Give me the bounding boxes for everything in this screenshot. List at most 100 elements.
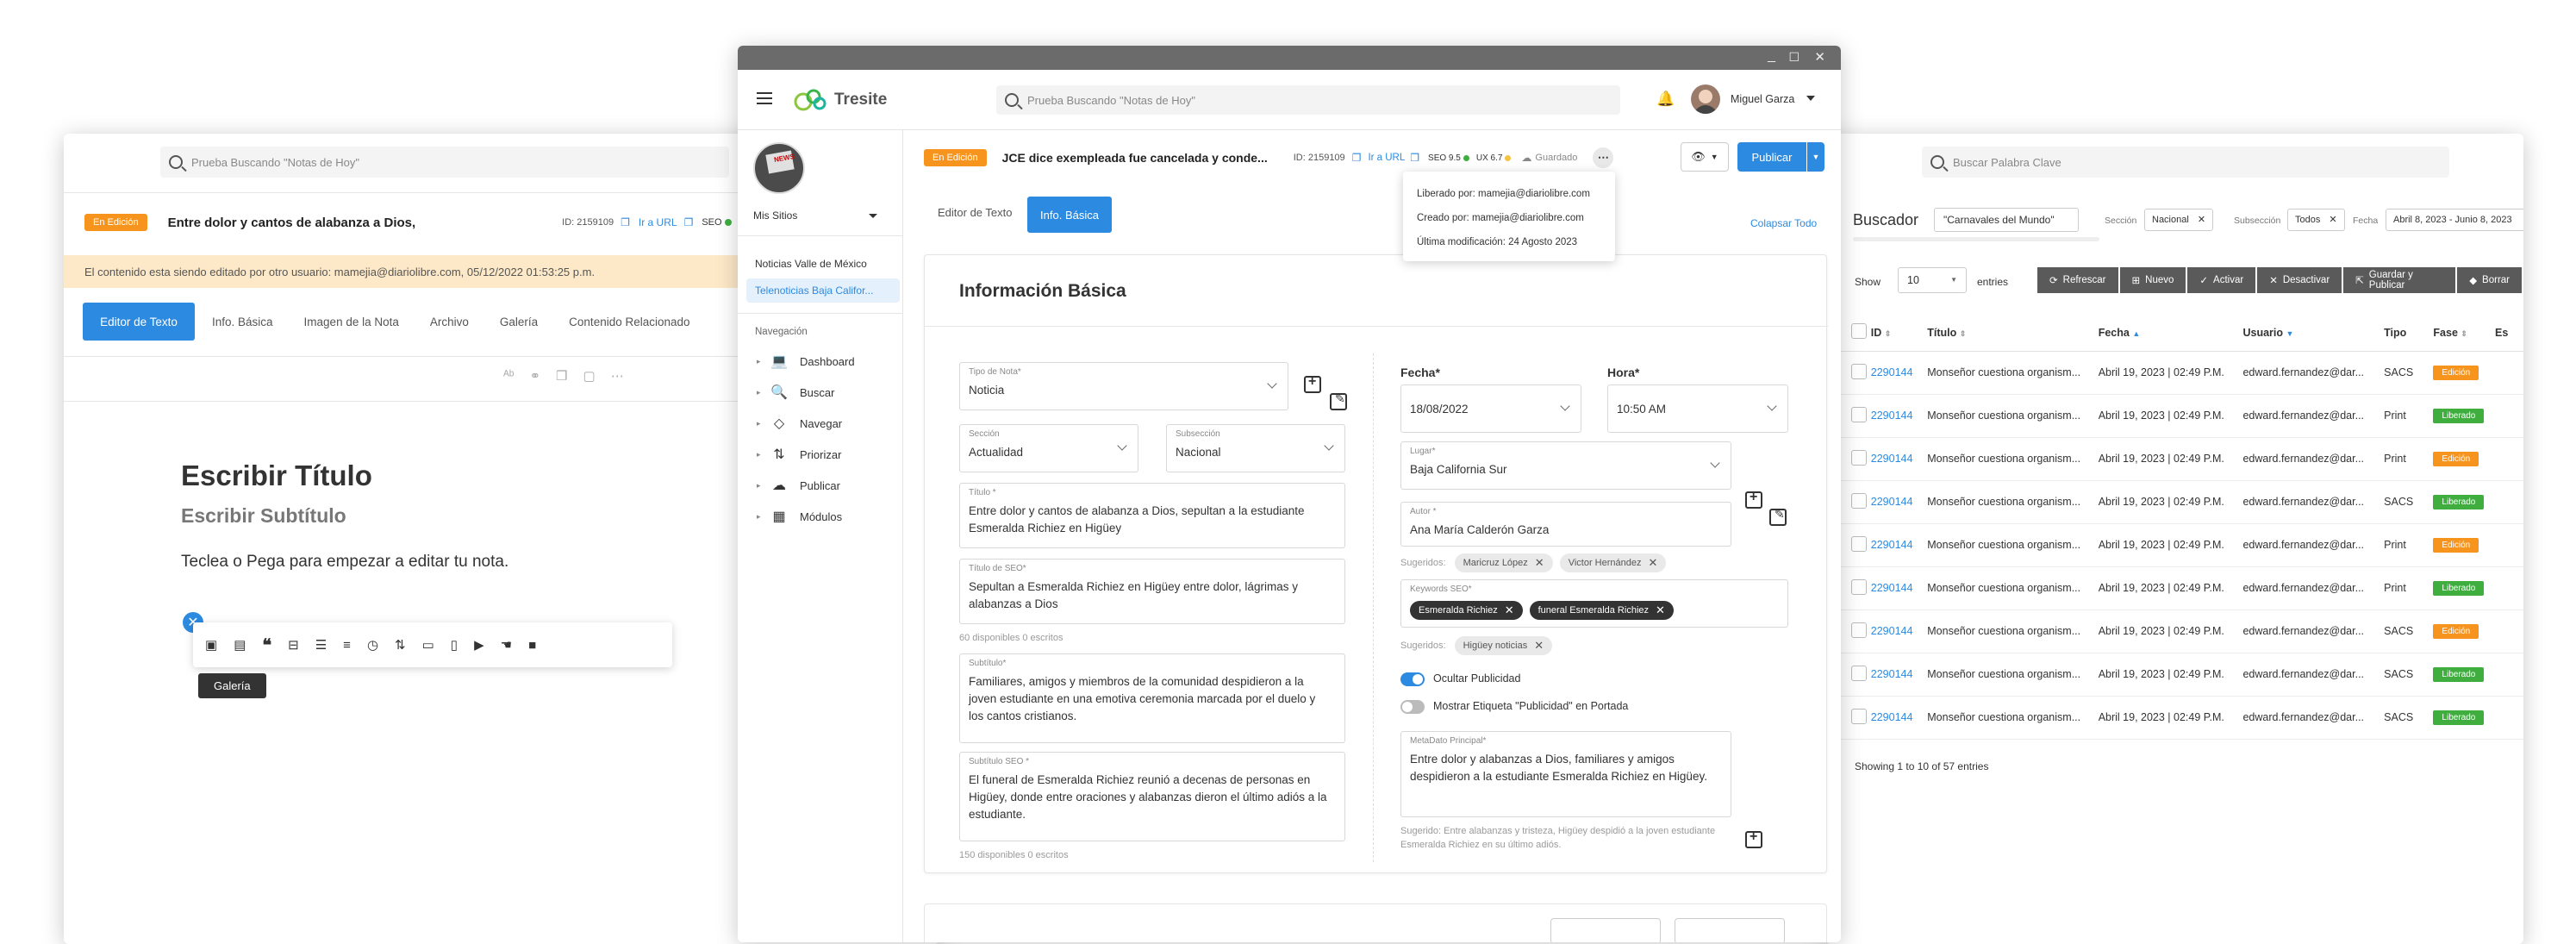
hand-icon[interactable]: ☚ [501, 637, 512, 653]
row-checkbox[interactable] [1851, 406, 1867, 422]
copy-url-icon[interactable]: ❐ [684, 216, 694, 228]
row-id-link[interactable]: 2290144 [1871, 453, 1913, 465]
copy-icon[interactable]: ❐ [621, 216, 630, 228]
embed-icon[interactable]: ■ [528, 638, 536, 653]
paste-icon[interactable]: ▢ [583, 368, 596, 384]
row-checkbox[interactable] [1851, 363, 1867, 379]
titulo-seo-field[interactable]: Título de SEO* Sepultan a Esmeralda Rich… [959, 559, 1345, 624]
row-checkbox[interactable] [1851, 665, 1867, 681]
remove-icon[interactable]: ✕ [1505, 603, 1514, 617]
keyword-chip[interactable]: Esmeralda Richiez ✕ [1410, 601, 1523, 620]
row-checkbox[interactable] [1851, 492, 1867, 509]
delete-button[interactable]: ◆ Borrar [2457, 267, 2522, 293]
subtitulo-field[interactable]: Subtítulo* Familiares, amigos y miembros… [959, 653, 1345, 743]
fecha-filter-chip[interactable]: Abril 8, 2023 - Junio 8, 2023 [2386, 209, 2523, 231]
table-row[interactable]: 2290144 Monseñor cuestiona organism... Abr… [1841, 610, 2523, 653]
nav-item-priorizar[interactable]: ▸ ⇅ Priorizar [757, 446, 841, 463]
table-row[interactable]: 2290144 Monseñor cuestiona organism... Abr… [1841, 394, 2523, 437]
card-action-button[interactable] [1550, 918, 1661, 942]
preview-button[interactable]: 👁 ▼ [1681, 142, 1729, 172]
nav-item-navegar[interactable]: ▸ ◇ Navegar [757, 415, 842, 432]
remove-icon[interactable]: ✕ [2329, 209, 2336, 230]
more-options-icon[interactable]: ⋯ [1593, 147, 1614, 168]
editor-body-placeholder[interactable]: Teclea o Pega para empezar a editar tu n… [181, 553, 508, 572]
site-item-valle[interactable]: Noticias Valle de México [755, 258, 867, 270]
row-checkbox[interactable] [1851, 622, 1867, 638]
tab-info-basica[interactable]: Info. Básica [1027, 197, 1112, 233]
maximize-icon[interactable]: ☐ [1788, 50, 1799, 65]
nav-item-modulos[interactable]: ▸ ▦ Módulos [757, 508, 842, 525]
avatar[interactable] [1691, 84, 1720, 114]
horizontal-scrollbar[interactable] [1853, 237, 2099, 241]
edit-tipo-icon[interactable] [1330, 391, 1347, 410]
row-id-link[interactable]: 2290144 [1871, 711, 1913, 723]
col-usuario[interactable]: Usuario ▼ [2242, 315, 2384, 351]
col-titulo[interactable]: Título ⇕ [1927, 315, 2098, 351]
tipo-nota-select[interactable]: Tipo de Nota* Noticia [959, 362, 1288, 410]
card-icon[interactable]: ▭ [422, 637, 434, 653]
autor-field[interactable]: Autor * Ana María Calderón Garza [1400, 502, 1731, 547]
activate-button[interactable]: ✓ Activar [2187, 267, 2256, 293]
site-selector-label[interactable]: Mis Sitios [753, 209, 797, 222]
row-checkbox[interactable] [1851, 578, 1867, 595]
table-row[interactable]: 2290144 Monseñor cuestiona organism... Abr… [1841, 480, 2523, 523]
remove-icon[interactable]: ✕ [1535, 556, 1544, 570]
menu-icon[interactable] [757, 92, 772, 104]
remove-icon[interactable]: ✕ [1656, 603, 1665, 617]
mostrar-etiqueta-toggle[interactable] [1400, 700, 1425, 714]
search-input[interactable]: Prueba Buscando "Notas de Hoy" [160, 147, 729, 178]
keyword-suggestion-chip[interactable]: Higüey noticias ✕ [1454, 636, 1553, 655]
card-action-button[interactable] [1675, 918, 1785, 942]
file-icon[interactable]: ▯ [451, 637, 458, 653]
seccion-select[interactable]: Sección Actualidad [959, 424, 1138, 472]
publish-dropdown-icon[interactable]: ▼ [1807, 142, 1824, 172]
minimize-icon[interactable]: _ [1768, 48, 1775, 64]
row-id-link[interactable]: 2290144 [1871, 409, 1913, 422]
col-fase[interactable]: Fase ⇕ [2433, 315, 2495, 351]
copy-icon[interactable]: ❐ [1352, 152, 1362, 164]
table-row[interactable]: 2290144 Monseñor cuestiona organism... Abr… [1841, 566, 2523, 610]
video-icon[interactable]: ▶ [474, 637, 484, 653]
remove-icon[interactable]: ✕ [1534, 639, 1544, 653]
tab-editor-de-texto[interactable]: Editor de Texto [83, 303, 195, 341]
close-icon[interactable]: ✕ [1814, 49, 1825, 65]
row-checkbox[interactable] [1851, 535, 1867, 552]
brand-logo[interactable]: Tresite [793, 87, 887, 113]
table-row[interactable]: 2290144 Monseñor cuestiona organism... Abr… [1841, 437, 2523, 480]
search-input[interactable]: Prueba Buscando "Notas de Hoy" [996, 85, 1620, 115]
save-publish-button[interactable]: ⇱ Guardar y Publicar [2343, 267, 2456, 293]
tab-editor-de-texto[interactable]: Editor de Texto [938, 206, 1012, 219]
gallery-icon[interactable]: ▣ [205, 637, 217, 653]
ocultar-publicidad-toggle[interactable] [1400, 672, 1425, 686]
col-tipo[interactable]: Tipo [2384, 315, 2433, 351]
bullet-list-icon[interactable]: ☰ [315, 637, 327, 653]
editor-subtitle-placeholder[interactable]: Escribir Subtítulo [181, 504, 346, 528]
row-id-link[interactable]: 2290144 [1871, 582, 1913, 594]
col-id[interactable]: ID ⇕ [1871, 315, 1927, 351]
row-checkbox[interactable] [1851, 449, 1867, 466]
numbered-list-icon[interactable]: ≡ [343, 638, 351, 653]
nav-item-publicar[interactable]: ▸ ☁ Publicar [757, 477, 840, 494]
tab-archivo[interactable]: Archivo [430, 316, 469, 328]
tab-contenido-relacionado[interactable]: Contenido Relacionado [569, 316, 689, 328]
site-item-baja[interactable]: Telenoticias Baja Califor... [746, 278, 900, 303]
site-logo[interactable]: NEWS [753, 142, 805, 194]
tab-galeria[interactable]: Galería [500, 316, 538, 328]
divider-icon[interactable]: ⊟ [288, 637, 299, 653]
table-row[interactable]: 2290144 Monseñor cuestiona organism... Abr… [1841, 351, 2523, 394]
sort-icon[interactable]: ⇅ [395, 637, 406, 653]
row-id-link[interactable]: 2290144 [1871, 625, 1913, 637]
titulo-field[interactable]: Título * Entre dolor y cantos de alabanz… [959, 483, 1345, 548]
query-input[interactable]: "Carnavales del Mundo" [1934, 208, 2079, 232]
row-id-link[interactable]: 2290144 [1871, 539, 1913, 551]
user-name[interactable]: Miguel Garza [1731, 93, 1794, 105]
edit-lugar-icon[interactable] [1769, 507, 1787, 526]
clock-icon[interactable]: ◷ [367, 637, 378, 653]
row-id-link[interactable]: 2290144 [1871, 668, 1913, 680]
row-id-link[interactable]: 2290144 [1871, 366, 1913, 378]
entries-select[interactable]: 10 ▼ [1898, 267, 1967, 293]
quote-icon[interactable]: ❝ [262, 635, 271, 656]
subseccion-select[interactable]: Subsección Nacional [1166, 424, 1345, 472]
seccion-filter-chip[interactable]: Nacional ✕ [2144, 209, 2214, 231]
table-row[interactable]: 2290144 Monseñor cuestiona organism... Abr… [1841, 523, 2523, 566]
